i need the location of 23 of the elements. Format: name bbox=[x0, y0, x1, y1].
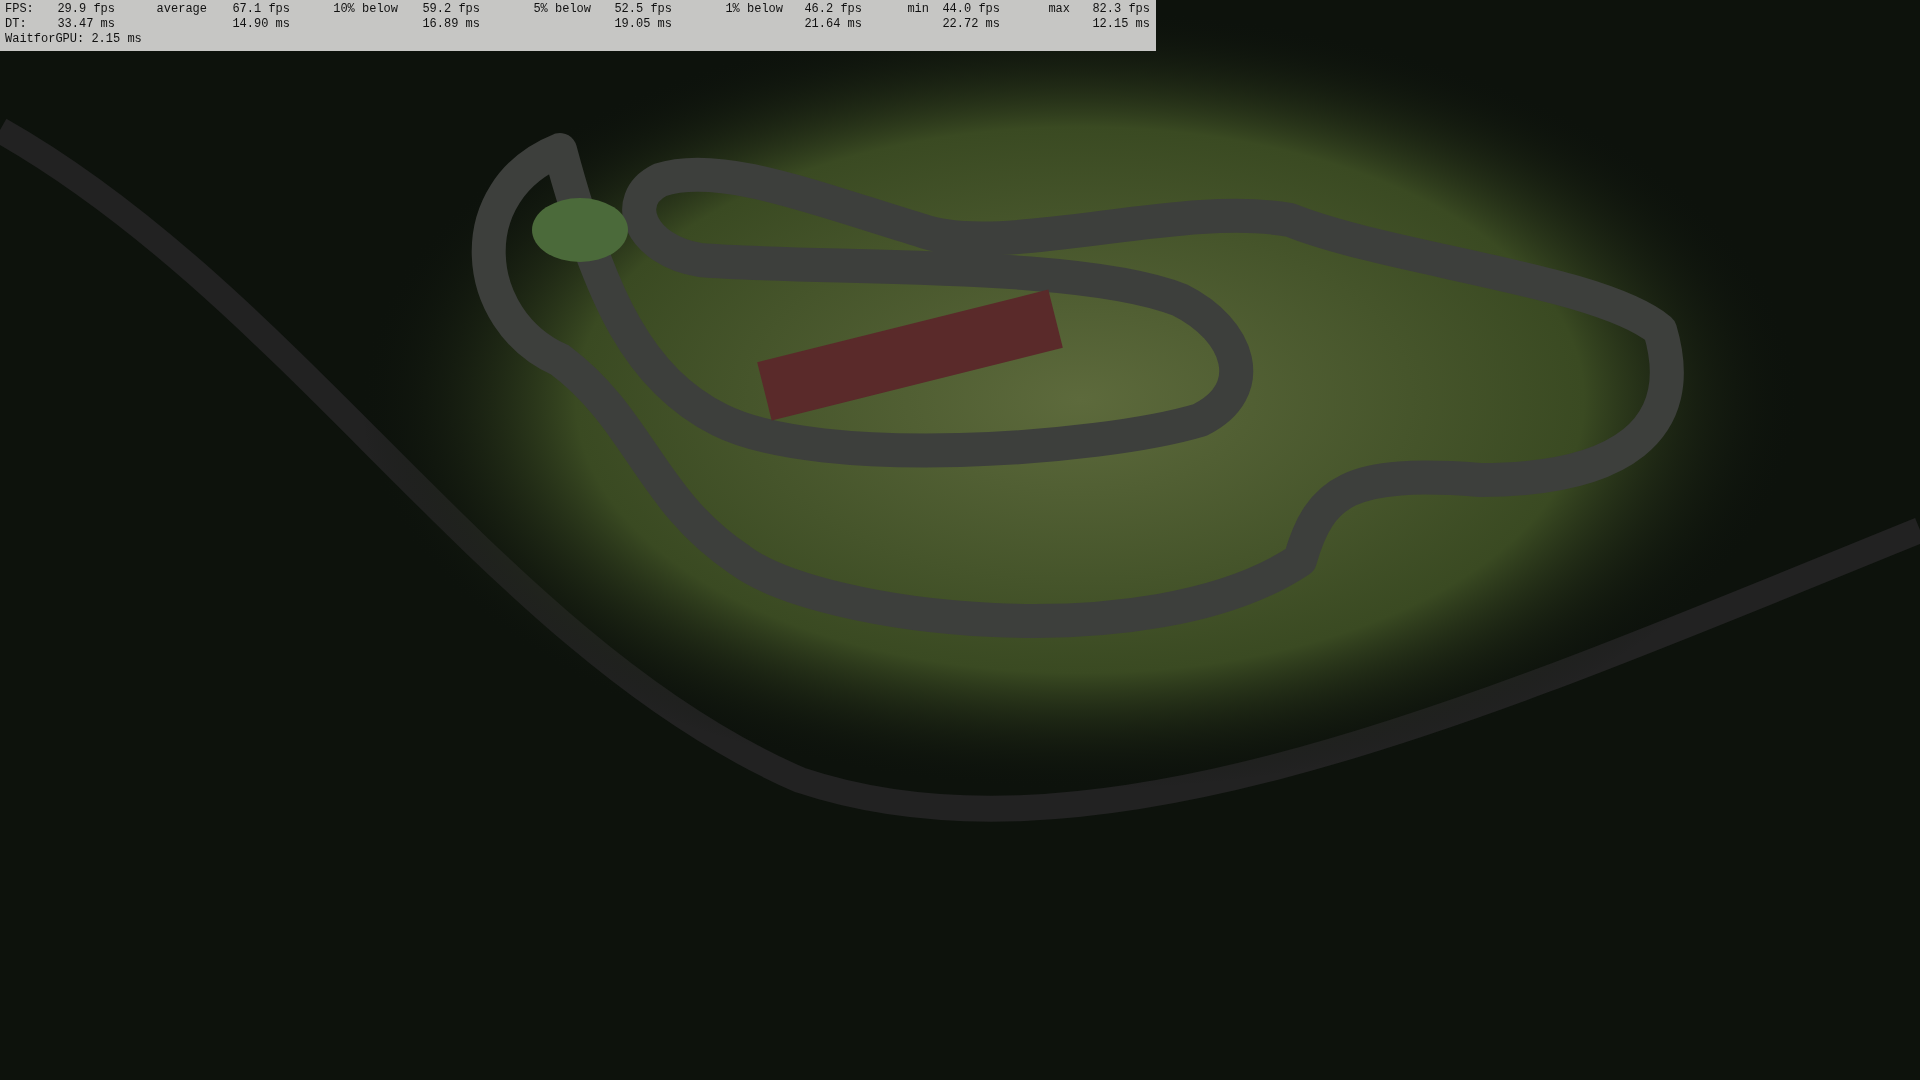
ms-value: 22.72 ms bbox=[941, 17, 1000, 32]
stat-label: 1% below bbox=[724, 2, 783, 17]
ms-value: 14.90 ms bbox=[231, 17, 290, 32]
fps-value: 82.3 fps bbox=[1091, 2, 1150, 17]
fps-value: 67.1 fps bbox=[231, 2, 290, 17]
ms-value: 21.64 ms bbox=[803, 17, 862, 32]
stat-label: 5% below bbox=[532, 2, 591, 17]
ms-value: 12.15 ms bbox=[1091, 17, 1150, 32]
dt-value: 33.47 ms bbox=[56, 17, 115, 32]
fps-value: 44.0 fps bbox=[941, 2, 1000, 17]
wait-for-gpu-text: WaitforGPU: 2.15 ms bbox=[5, 32, 143, 47]
stat-label: average bbox=[155, 2, 207, 17]
ms-value: 16.89 ms bbox=[421, 17, 480, 32]
fps-value: 46.2 fps bbox=[803, 2, 862, 17]
fps-value: 29.9 fps bbox=[56, 2, 115, 17]
fps-value: 52.5 fps bbox=[613, 2, 672, 17]
ms-value: 19.05 ms bbox=[613, 17, 672, 32]
stat-label: min bbox=[906, 2, 929, 17]
fps-label: FPS: bbox=[5, 2, 35, 17]
dt-label: DT: bbox=[5, 17, 28, 32]
fps-value: 59.2 fps bbox=[421, 2, 480, 17]
stat-label: max bbox=[1047, 2, 1070, 17]
stat-label: 10% below bbox=[332, 2, 398, 17]
